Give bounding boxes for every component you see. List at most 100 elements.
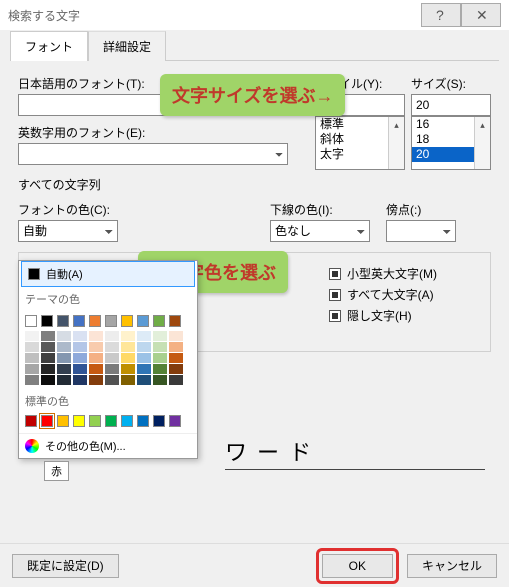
theme-swatch[interactable]	[57, 315, 69, 327]
theme-shade-swatch[interactable]	[169, 353, 183, 363]
theme-shade-swatch[interactable]	[105, 342, 119, 352]
theme-swatch[interactable]	[89, 315, 101, 327]
font-color-combo[interactable]: 自動	[18, 220, 118, 242]
theme-shade-swatch[interactable]	[169, 364, 183, 374]
theme-shade-swatch[interactable]	[137, 375, 151, 385]
theme-shade-swatch[interactable]	[121, 364, 135, 374]
tab-advanced[interactable]: 詳細設定	[88, 31, 166, 61]
theme-shade-swatch[interactable]	[105, 375, 119, 385]
theme-shade-swatch[interactable]	[41, 342, 55, 352]
theme-shade-swatch[interactable]	[169, 331, 183, 341]
theme-shade-swatch[interactable]	[121, 331, 135, 341]
theme-shade-swatch[interactable]	[169, 375, 183, 385]
close-button[interactable]: ✕	[461, 3, 501, 27]
theme-shade-swatch[interactable]	[153, 364, 167, 374]
standard-swatch[interactable]	[121, 415, 133, 427]
callout-size: 文字サイズを選ぶ→	[160, 74, 345, 116]
theme-shade-swatch[interactable]	[137, 342, 151, 352]
standard-swatch[interactable]	[169, 415, 181, 427]
theme-shade-swatch[interactable]	[105, 353, 119, 363]
standard-swatch[interactable]	[89, 415, 101, 427]
en-font-combo[interactable]	[18, 143, 288, 165]
theme-shade-swatch[interactable]	[169, 342, 183, 352]
theme-shade-swatch[interactable]	[153, 331, 167, 341]
theme-shade-swatch[interactable]	[25, 364, 39, 374]
theme-shade-swatch[interactable]	[41, 331, 55, 341]
style-list[interactable]: 標準 斜体 太字 ▴	[315, 116, 405, 170]
theme-shade-swatch[interactable]	[137, 364, 151, 374]
theme-shade-swatch[interactable]	[73, 364, 87, 374]
theme-shade-swatch[interactable]	[89, 331, 103, 341]
theme-shade-swatch[interactable]	[121, 375, 135, 385]
emphasis-combo[interactable]	[386, 220, 456, 242]
theme-swatch[interactable]	[121, 315, 133, 327]
theme-swatch[interactable]	[25, 315, 37, 327]
standard-swatch[interactable]	[105, 415, 117, 427]
size-input[interactable]	[411, 94, 491, 116]
alltext-label: すべての文字列	[18, 176, 491, 193]
theme-shade-swatch[interactable]	[73, 331, 87, 341]
set-default-button[interactable]: 既定に設定(D)	[12, 554, 119, 578]
smallcaps-check[interactable]	[329, 268, 341, 280]
title-bar: 検索する文字 ? ✕	[0, 0, 509, 30]
theme-shade-swatch[interactable]	[137, 331, 151, 341]
button-bar: 既定に設定(D) OK キャンセル	[0, 543, 509, 587]
color-tooltip: 赤	[44, 461, 69, 481]
underline-color-combo[interactable]: 色なし	[270, 220, 370, 242]
theme-swatch[interactable]	[105, 315, 117, 327]
theme-shade-swatch[interactable]	[25, 353, 39, 363]
allcaps-check[interactable]	[329, 289, 341, 301]
theme-shade-swatch[interactable]	[121, 342, 135, 352]
standard-swatch[interactable]	[73, 415, 85, 427]
ok-highlight: OK	[316, 548, 399, 584]
theme-shade-swatch[interactable]	[73, 353, 87, 363]
font-color-label: フォントの色(C):	[18, 201, 138, 218]
standard-swatch[interactable]	[57, 415, 69, 427]
theme-swatch[interactable]	[137, 315, 149, 327]
hidden-check[interactable]	[329, 310, 341, 322]
standard-swatch[interactable]	[25, 415, 37, 427]
theme-shade-swatch[interactable]	[25, 342, 39, 352]
theme-swatch[interactable]	[153, 315, 165, 327]
theme-shade-swatch[interactable]	[57, 375, 71, 385]
en-font-label: 英数字用のフォント(E):	[18, 124, 309, 141]
theme-shade-swatch[interactable]	[153, 342, 167, 352]
theme-shade-swatch[interactable]	[137, 353, 151, 363]
theme-shade-swatch[interactable]	[89, 364, 103, 374]
cancel-button[interactable]: キャンセル	[407, 554, 497, 578]
standard-colors-label: 標準の色	[19, 389, 197, 413]
help-button[interactable]: ?	[421, 3, 461, 27]
theme-shade-swatch[interactable]	[105, 364, 119, 374]
theme-shade-swatch[interactable]	[73, 342, 87, 352]
theme-shade-swatch[interactable]	[41, 375, 55, 385]
theme-shade-swatch[interactable]	[153, 375, 167, 385]
theme-shade-swatch[interactable]	[57, 353, 71, 363]
more-colors[interactable]: その他の色(M)...	[19, 433, 197, 458]
theme-shade-swatch[interactable]	[25, 375, 39, 385]
theme-swatch[interactable]	[169, 315, 181, 327]
ok-button[interactable]: OK	[322, 554, 393, 578]
theme-shade-swatch[interactable]	[105, 331, 119, 341]
color-dropdown: 自動(A) テーマの色 標準の色 その他の色(M)...	[18, 260, 198, 459]
theme-shade-swatch[interactable]	[57, 364, 71, 374]
theme-swatch[interactable]	[73, 315, 85, 327]
theme-shade-swatch[interactable]	[41, 353, 55, 363]
theme-shade-swatch[interactable]	[41, 364, 55, 374]
theme-shade-swatch[interactable]	[89, 342, 103, 352]
theme-shade-swatch[interactable]	[89, 353, 103, 363]
theme-shade-swatch[interactable]	[57, 342, 71, 352]
theme-shade-swatch[interactable]	[57, 331, 71, 341]
theme-shade-swatch[interactable]	[25, 331, 39, 341]
theme-shade-swatch[interactable]	[121, 353, 135, 363]
underline-color-label: 下線の色(I):	[270, 201, 380, 218]
standard-swatch[interactable]	[137, 415, 149, 427]
size-list[interactable]: 16 18 20 ▴	[411, 116, 491, 170]
theme-shade-swatch[interactable]	[89, 375, 103, 385]
tab-font[interactable]: フォント	[10, 31, 88, 61]
standard-swatch[interactable]	[153, 415, 165, 427]
theme-shade-swatch[interactable]	[153, 353, 167, 363]
standard-swatch[interactable]	[41, 415, 53, 427]
theme-swatch[interactable]	[41, 315, 53, 327]
color-auto[interactable]: 自動(A)	[21, 261, 195, 287]
theme-shade-swatch[interactable]	[73, 375, 87, 385]
